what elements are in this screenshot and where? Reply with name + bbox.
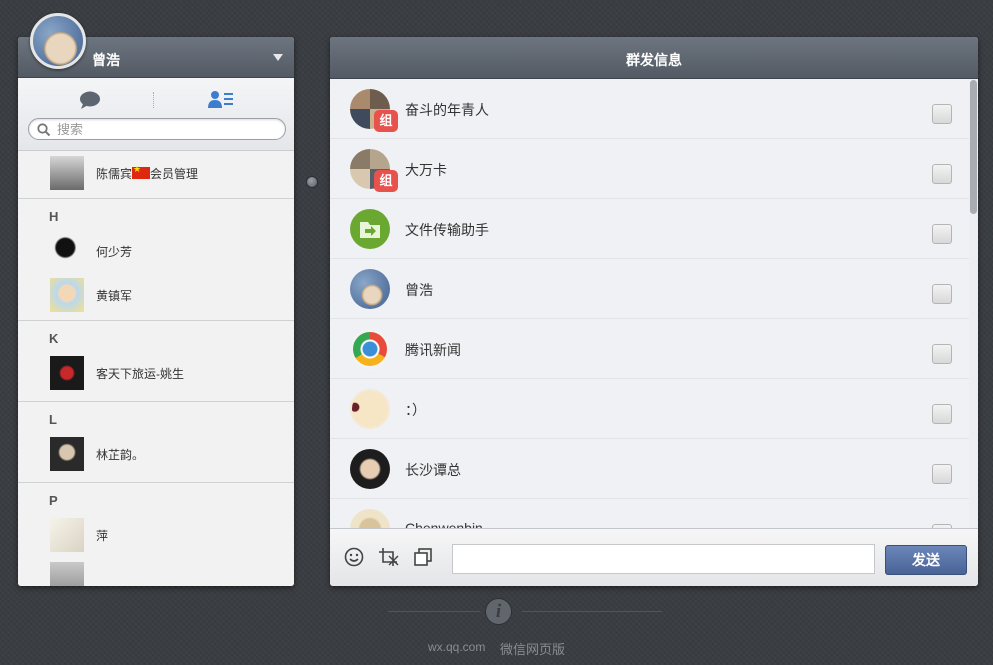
recipient-item[interactable]: 腾讯新闻 [330,319,978,379]
contact-name: 客天下旅运-姚生 [96,367,184,381]
contact-avatar [350,509,390,528]
scrollbar[interactable] [969,79,978,528]
recipient-item[interactable]: ：） [330,379,978,439]
contact-item[interactable]: 萍 [18,513,294,557]
scroll-thumb[interactable] [970,80,977,214]
recipient-name: 奋斗的年青人 [405,102,489,118]
search-icon [37,123,51,137]
tencent-news-icon [350,329,390,369]
contacts-panel: 曾浩 搜索 陈儒宾★ 会员管理 H 何少芳 黄镇军 K 客天下旅运-姚生 L 林… [18,37,294,586]
contact-avatar [50,234,84,268]
select-checkbox[interactable] [932,404,952,424]
site-name: 微信网页版 [500,642,566,657]
panel-toolbar [18,78,294,151]
screenshot-crop-icon[interactable] [378,547,400,567]
recipient-list: 组 奋斗的年青人 组 大万卡 文件传输助手 曾浩 腾讯新闻 ：） 长沙谭总 Ch… [330,79,978,528]
group-letter-h: H [49,209,59,224]
copy-icon[interactable] [413,547,433,567]
search-input[interactable] [57,121,277,137]
site-url[interactable]: wx.qq.com [428,640,485,654]
select-checkbox[interactable] [932,104,952,124]
recipient-item[interactable]: 曾浩 [330,259,978,319]
recipient-item[interactable]: 长沙谭总 [330,439,978,499]
contact-avatar [350,389,390,429]
contact-avatar [350,269,390,309]
contact-name: 陈儒宾会员管理 [96,164,198,182]
emoji-icon[interactable] [344,547,364,567]
broadcast-panel: 群发信息 组 奋斗的年青人 组 大万卡 文件传输助手 曾浩 腾讯新闻 ：） 长沙… [330,37,978,586]
recipient-item[interactable]: 文件传输助手 [330,199,978,259]
contact-avatar [50,518,84,552]
recipient-item[interactable]: Chenwenbin [330,499,978,528]
contact-item[interactable]: 黄镇军 [18,273,294,320]
select-checkbox[interactable] [932,224,952,244]
user-avatar[interactable] [30,13,86,69]
contact-item[interactable]: 林芷韵。 [18,432,294,482]
contact-item[interactable] [18,557,294,586]
search-box [28,118,286,140]
recipient-name: 腾讯新闻 [405,342,461,358]
contact-avatar [50,562,84,586]
footer-divider [522,611,662,612]
recipient-name: 曾浩 [405,282,433,298]
recipient-item[interactable]: 组 奋斗的年青人 [330,79,978,139]
contact-item[interactable]: 陈儒宾会员管理 [18,151,294,198]
group-badge: 组 [374,110,398,132]
panel-title: 群发信息 [626,52,682,68]
recipient-item[interactable]: 组 大万卡 [330,139,978,199]
contact-item[interactable]: 客天下旅运-姚生 [18,351,294,401]
contact-name: 萍 [96,529,109,543]
composer: 发送 [330,528,978,586]
contact-avatar [50,156,84,190]
tab-divider [153,92,154,108]
file-transfer-icon [350,209,390,249]
group-letter-l: L [49,412,57,427]
group-letter-k: K [49,331,59,346]
china-flag-icon [132,164,151,179]
contact-avatar [50,278,84,312]
recipient-name: Chenwenbin [405,520,483,528]
contact-avatar [50,356,84,390]
recipient-name: 文件传输助手 [405,222,489,238]
contact-name: 林芷韵。 [96,448,145,462]
info-icon[interactable]: i [485,598,512,625]
contact-avatar [350,449,390,489]
select-checkbox[interactable] [932,164,952,184]
group-letter-p: P [49,493,58,508]
user-name: 曾浩 [92,52,120,68]
message-input[interactable] [452,544,875,574]
select-checkbox[interactable] [932,284,952,304]
contact-avatar [50,437,84,471]
contact-item[interactable]: 何少芳 [18,229,294,273]
select-checkbox[interactable] [932,464,952,484]
contact-name: 黄镇军 [96,289,133,303]
footer-divider [388,611,480,612]
panel-header: 群发信息 [330,37,978,79]
contact-list: 陈儒宾会员管理 H 何少芳 黄镇军 K 客天下旅运-姚生 L 林芷韵。 P 萍 [18,151,294,586]
select-checkbox[interactable] [932,344,952,364]
recipient-name: 长沙谭总 [405,462,461,478]
group-badge: 组 [374,170,398,192]
contacts-tab-icon[interactable] [208,90,234,110]
chat-tab-icon[interactable] [78,90,102,110]
menu-dropdown-icon[interactable] [273,54,283,61]
send-button[interactable]: 发送 [885,545,967,575]
panel-connector [306,176,318,188]
recipient-name: ：） [405,402,426,418]
contact-name: 何少芳 [96,245,133,259]
recipient-name: 大万卡 [405,162,447,178]
